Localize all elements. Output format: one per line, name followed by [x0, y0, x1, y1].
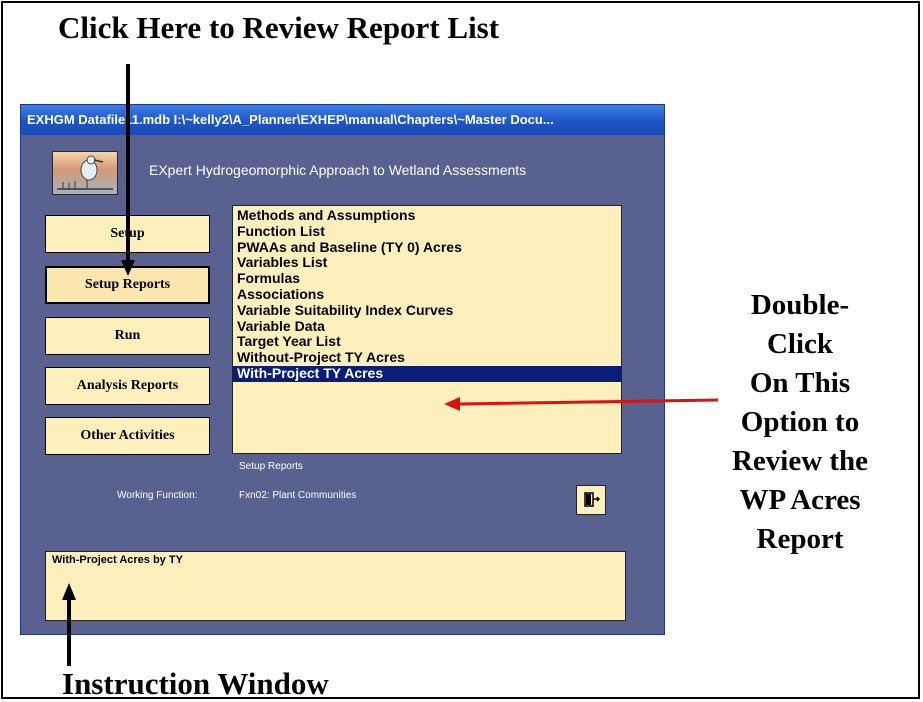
arrow-up-icon	[62, 583, 76, 666]
red-arrow-left-icon	[444, 397, 719, 411]
arrow-down-icon	[121, 64, 135, 276]
